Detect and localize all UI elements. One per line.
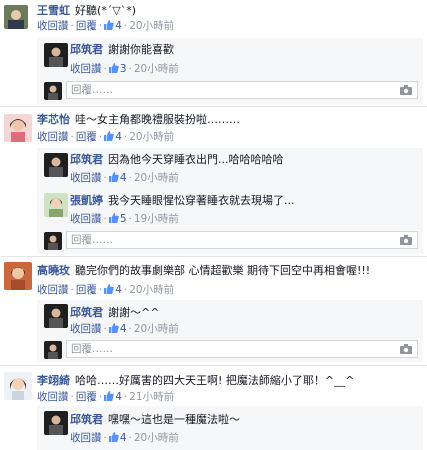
avatar[interactable] [4, 372, 32, 400]
like-count[interactable]: 4 [104, 20, 122, 32]
comment-author[interactable]: 王雪虹 [37, 4, 70, 17]
timestamp: 20小時前 [133, 172, 179, 184]
avatar[interactable] [44, 153, 68, 177]
timestamp: 20小時前 [133, 323, 179, 335]
comment-body: 王雪虹 好聽(*´▽`*) [37, 4, 136, 18]
thumbs-up-icon [108, 172, 119, 182]
unlike-link[interactable]: 收回讚 [70, 172, 102, 184]
reply-actions: 收回讚 · 4 · 20小時前 [70, 323, 179, 335]
comment-body: 高曉玫 聽完你們的故事劇樂部 心情超歡樂 期待下回空中再相會喔!!! [37, 264, 370, 278]
reply-body: 邱筑君 謝謝你能喜歡 [70, 43, 174, 57]
timestamp: 20小時前 [133, 63, 179, 75]
reply-text: 謝謝你能喜歡 [108, 43, 174, 56]
like-count[interactable]: 4 [108, 172, 127, 184]
reply-actions: 收回讚 · 4 · 20小時前 [70, 172, 179, 184]
reply-link[interactable]: 回覆 [76, 391, 97, 403]
divider [0, 365, 427, 366]
timestamp: 20小時前 [129, 131, 175, 143]
unlike-link[interactable]: 收回讚 [37, 131, 69, 143]
reply-body: 張凱婷 我今天睡眼惺忪穿著睡衣就去現場了... [70, 194, 295, 208]
comment-author[interactable]: 李翊綺 [37, 374, 70, 387]
like-count[interactable]: 5 [108, 213, 127, 225]
unlike-link[interactable]: 收回讚 [37, 391, 69, 403]
reply-text: 因為他今天穿睡衣出門...哈哈哈哈哈 [108, 153, 284, 166]
reply-link[interactable]: 回覆 [76, 131, 97, 143]
reply-actions: 收回讚 · 4 · 20小時前 [70, 432, 179, 444]
like-count[interactable]: 4 [108, 432, 127, 444]
reply-body: 邱筑君 謝謝～^^ [70, 306, 159, 320]
thumbs-up-icon [104, 391, 114, 401]
comment-actions: 收回讚 · 回覆 · 4 · 20小時前 [37, 131, 175, 143]
reply-link[interactable]: 回覆 [76, 20, 97, 32]
avatar[interactable] [44, 43, 68, 67]
comment-body: 李翊綺 哈哈……好厲害的四大天王啊! 把魔法師縮小了耶！^__^ [37, 374, 354, 388]
comment-text: 哈哈……好厲害的四大天王啊! 把魔法師縮小了耶！^__^ [75, 374, 355, 387]
like-count[interactable]: 4 [108, 323, 127, 335]
avatar[interactable] [44, 193, 68, 217]
unlike-link[interactable]: 收回讚 [37, 20, 69, 32]
unlike-link[interactable]: 收回讚 [70, 63, 102, 75]
like-count[interactable]: 4 [104, 284, 122, 296]
timestamp: 20小時前 [133, 432, 179, 444]
reply-author[interactable]: 張凱婷 [70, 194, 103, 207]
comment-body: 李芯怡 哇～女主角都晚禮服裝扮啦……… [37, 113, 240, 127]
reply-body: 邱筑君 因為他今天穿睡衣出門...哈哈哈哈哈 [70, 153, 284, 167]
camera-icon[interactable] [400, 344, 412, 354]
like-count[interactable]: 3 [108, 63, 127, 75]
unlike-link[interactable]: 收回讚 [37, 284, 69, 296]
camera-icon[interactable] [400, 235, 412, 245]
avatar[interactable] [44, 411, 68, 435]
like-count[interactable]: 4 [104, 131, 122, 143]
thumbs-up-icon [104, 20, 114, 30]
reply-body: 邱筑君 嘿嘿～這也是一種魔法啦～ [70, 413, 240, 427]
reply-text: 嘿嘿～這也是一種魔法啦～ [108, 413, 240, 426]
avatar [44, 82, 62, 100]
avatar[interactable] [4, 262, 32, 290]
comment-author[interactable]: 李芯怡 [37, 113, 70, 126]
camera-icon[interactable] [400, 85, 412, 95]
timestamp: 19小時前 [133, 213, 179, 225]
comment-actions: 收回讚 · 回覆 · 4 · 20小時前 [37, 20, 175, 32]
thumbs-up-icon [108, 63, 119, 73]
comment-actions: 收回讚 · 回覆 · 4 · 20小時前 [37, 284, 175, 296]
comment-actions: 收回讚 · 回覆 · 4 · 21小時前 [37, 391, 175, 403]
thumbs-up-icon [108, 323, 119, 333]
reply-actions: 收回讚 · 5 · 19小時前 [70, 213, 179, 225]
thumbs-up-icon [104, 284, 114, 294]
reply-input[interactable]: 回覆…… [66, 231, 418, 249]
comment-text: 聽完你們的故事劇樂部 心情超歡樂 期待下回空中再相會喔!!! [75, 264, 371, 277]
avatar[interactable] [4, 5, 28, 29]
thumbs-up-icon [104, 131, 114, 141]
reply-input[interactable]: 回覆…… [66, 340, 418, 358]
comment-author[interactable]: 高曉玫 [37, 264, 70, 277]
avatar[interactable] [4, 114, 32, 142]
reply-author[interactable]: 邱筑君 [70, 306, 103, 319]
comment-text: 哇～女主角都晚禮服裝扮啦……… [75, 113, 240, 126]
divider [0, 256, 427, 257]
timestamp: 20小時前 [129, 20, 175, 32]
unlike-link[interactable]: 收回讚 [70, 323, 102, 335]
avatar[interactable] [44, 304, 68, 328]
avatar [44, 341, 62, 359]
thumbs-up-icon [108, 432, 119, 442]
timestamp: 21小時前 [129, 391, 175, 403]
reply-actions: 收回讚 · 3 · 20小時前 [70, 63, 179, 75]
avatar [44, 232, 62, 250]
like-count[interactable]: 4 [104, 391, 122, 403]
unlike-link[interactable]: 收回讚 [70, 432, 102, 444]
reply-input[interactable]: 回覆…… [66, 81, 418, 99]
reply-author[interactable]: 邱筑君 [70, 43, 103, 56]
reply-text: 謝謝～^^ [108, 306, 160, 319]
reply-text: 我今天睡眼惺忪穿著睡衣就去現場了... [108, 194, 295, 207]
divider [0, 106, 427, 107]
comment-text: 好聽(*´▽`*) [75, 4, 137, 17]
timestamp: 20小時前 [129, 284, 175, 296]
reply-link[interactable]: 回覆 [76, 284, 97, 296]
reply-author[interactable]: 邱筑君 [70, 413, 103, 426]
unlike-link[interactable]: 收回讚 [70, 213, 102, 225]
thumbs-up-icon [108, 213, 119, 223]
reply-author[interactable]: 邱筑君 [70, 153, 103, 166]
